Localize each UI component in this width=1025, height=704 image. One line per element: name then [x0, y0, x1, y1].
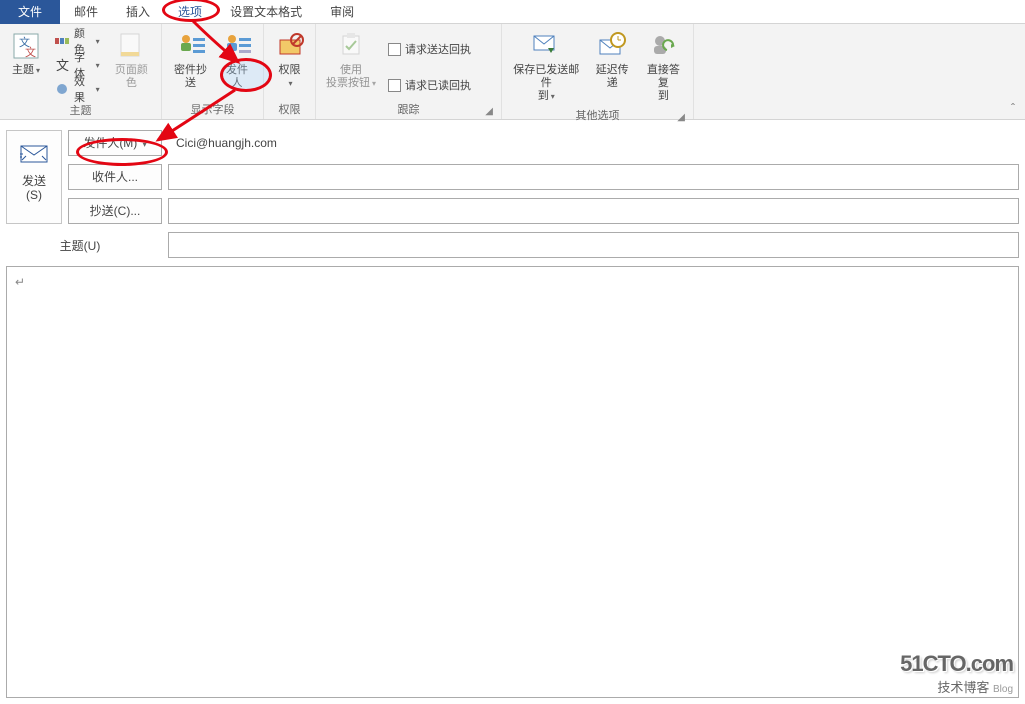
tabs-bar: 文件 邮件 插入 选项 设置文本格式 审阅	[0, 0, 1025, 24]
ribbon: 文文 主题▾ 颜色▾ 文 字体▾ 效果▾ 页	[0, 24, 1025, 120]
bcc-icon	[175, 30, 207, 62]
permission-button[interactable]: 权限▾	[270, 28, 310, 92]
group-themes: 文文 主题▾ 颜色▾ 文 字体▾ 效果▾ 页	[0, 24, 162, 119]
voting-label: 使用 投票按钮▾	[326, 64, 376, 90]
tab-mail[interactable]: 邮件	[60, 0, 112, 24]
checkbox-icon	[388, 43, 401, 56]
permission-icon	[274, 30, 306, 62]
tab-options[interactable]: 选项	[164, 0, 216, 24]
values-column: Cici@huangjh.com	[168, 130, 1019, 224]
delivery-receipt-checkbox[interactable]: 请求送达回执	[384, 38, 475, 60]
group-more-label: 其他选项◢	[508, 105, 687, 123]
tab-file[interactable]: 文件	[0, 0, 60, 24]
save-sent-icon	[530, 30, 562, 62]
from-value: Cici@huangjh.com	[168, 136, 277, 150]
from-button[interactable]: 发件人	[217, 28, 257, 92]
fonts-icon: 文	[54, 57, 70, 73]
page-color-button[interactable]: 页面颜色	[108, 28, 155, 92]
page-color-icon	[115, 30, 147, 62]
direct-reply-button[interactable]: 直接答复 到	[640, 28, 687, 105]
collapse-ribbon-icon[interactable]: ˆ	[1011, 101, 1015, 115]
group-permission: 权限▾ 权限	[264, 24, 316, 119]
subject-input[interactable]	[168, 232, 1019, 258]
to-input[interactable]	[168, 164, 1019, 190]
save-sent-label: 保存已发送邮件 到▾	[512, 64, 581, 103]
to-field-button[interactable]: 收件人...	[68, 164, 162, 190]
dialog-launcher-icon[interactable]: ◢	[677, 112, 685, 123]
fields-column: 发件人(M) ▾ 收件人... 抄送(C)...	[68, 130, 162, 224]
voting-button[interactable]: 使用 投票按钮▾	[322, 28, 380, 92]
read-receipt-checkbox[interactable]: 请求已读回执	[384, 74, 475, 96]
watermark-domain: 51CTO.com	[900, 651, 1013, 677]
permission-label: 权限▾	[279, 64, 301, 90]
save-sent-button[interactable]: 保存已发送邮件 到▾	[508, 28, 585, 105]
message-body[interactable]: ↵	[6, 266, 1019, 698]
from-field-button[interactable]: 发件人(M) ▾	[68, 130, 162, 156]
dialog-launcher-icon[interactable]: ◢	[485, 106, 493, 117]
send-envelope-icon	[20, 145, 48, 168]
themes-label: 主题▾	[12, 64, 40, 77]
subject-row: 主题(U)	[0, 230, 1025, 266]
tab-insert[interactable]: 插入	[112, 0, 164, 24]
subject-label: 主题(U)	[6, 237, 162, 254]
tab-review[interactable]: 审阅	[316, 0, 368, 24]
reply-to-icon	[647, 30, 679, 62]
delay-delivery-button[interactable]: 延迟传递	[589, 28, 636, 92]
cc-field-button[interactable]: 抄送(C)...	[68, 198, 162, 224]
colors-icon	[54, 33, 70, 49]
group-themes-label: 主题	[6, 100, 155, 118]
compose-header: 发送 (S) 发件人(M) ▾ 收件人... 抄送(C)... Cici@hua…	[0, 120, 1025, 230]
tab-format[interactable]: 设置文本格式	[216, 0, 316, 24]
effects-icon	[54, 81, 70, 97]
watermark: 51CTO.com 技术博客 Blog	[900, 651, 1013, 696]
svg-text:文: 文	[56, 58, 69, 73]
svg-text:文: 文	[25, 45, 36, 59]
bcc-button[interactable]: 密件抄送	[168, 28, 213, 92]
effects-button[interactable]: 效果▾	[50, 78, 104, 100]
group-more-options: 保存已发送邮件 到▾ 延迟传递 直接答复 到 其他选项◢	[502, 24, 694, 119]
watermark-tagline: 技术博客 Blog	[900, 677, 1013, 696]
group-show-fields-label: 显示字段	[168, 99, 257, 117]
from-icon	[221, 30, 253, 62]
voting-icon	[335, 30, 367, 62]
send-button[interactable]: 发送 (S)	[6, 130, 62, 224]
group-show-fields: 密件抄送 发件人 显示字段	[162, 24, 264, 119]
cc-input[interactable]	[168, 198, 1019, 224]
group-tracking: 使用 投票按钮▾ 请求送达回执 请求已读回执 跟踪◢	[316, 24, 502, 119]
themes-button[interactable]: 文文 主题▾	[6, 28, 46, 79]
checkbox-icon	[388, 79, 401, 92]
group-permission-label: 权限	[270, 99, 309, 117]
delay-icon	[596, 30, 628, 62]
group-tracking-label: 跟踪◢	[322, 99, 495, 117]
themes-icon: 文文	[10, 30, 42, 62]
